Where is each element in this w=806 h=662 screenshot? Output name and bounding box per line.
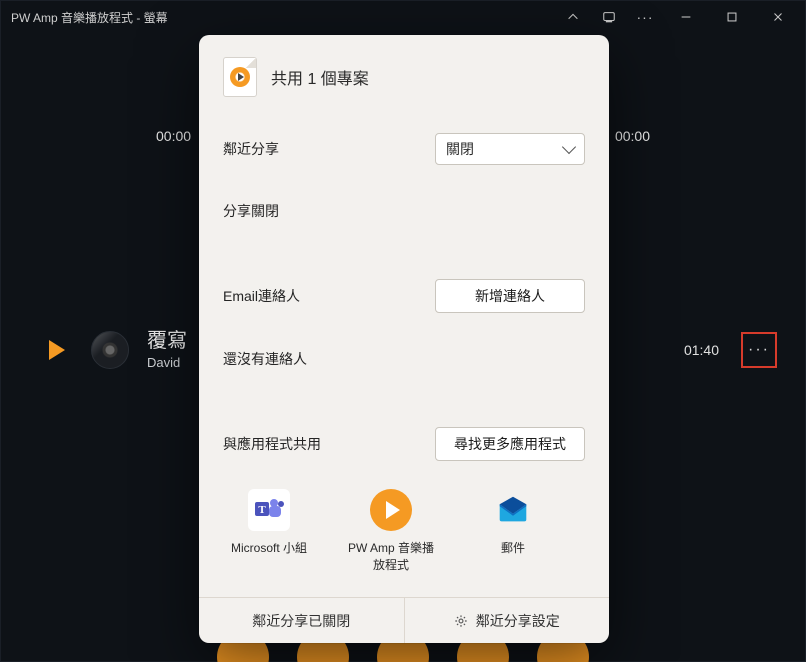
play-glyph-icon (230, 67, 250, 87)
track-artist: David (147, 355, 187, 370)
document-icon (223, 57, 257, 97)
maximize-button[interactable] (709, 1, 755, 33)
time-total: 00:00 (615, 128, 650, 144)
footer-settings-button[interactable]: 鄰近分享設定 (404, 598, 610, 643)
titlebar: PW Amp 音樂播放程式 - 螢幕 ··· (1, 1, 805, 33)
play-indicator-icon[interactable] (49, 340, 65, 360)
minimize-button[interactable] (663, 1, 709, 33)
nearby-share-status: 分享關閉 (223, 175, 585, 261)
find-apps-button[interactable]: 尋找更多應用程式 (435, 427, 585, 461)
email-contacts-empty: 還沒有連絡人 (223, 323, 585, 409)
select-value: 關閉 (446, 139, 474, 159)
footer-status[interactable]: 鄰近分享已關閉 (199, 598, 404, 643)
nearby-share-select[interactable]: 關閉 (435, 133, 585, 165)
disc-icon (91, 331, 129, 369)
add-contact-button[interactable]: 新增連絡人 (435, 279, 585, 313)
time-elapsed: 00:00 (156, 128, 191, 144)
more-icon[interactable]: ··· (627, 1, 663, 33)
chevron-down-icon (562, 140, 576, 154)
app-item-teams[interactable]: T Microsoft 小組 (223, 489, 315, 573)
gear-icon (454, 614, 468, 628)
nearby-share-label: 鄰近分享 (223, 139, 279, 159)
app-item-mail[interactable]: 郵件 (467, 489, 559, 573)
app-label: PW Amp 音樂播放程式 (345, 539, 437, 573)
mail-icon (492, 489, 534, 531)
share-dialog-title: 共用 1 個專案 (271, 65, 369, 89)
share-dialog: 共用 1 個專案 鄰近分享 關閉 分享關閉 Email連絡人 新增連絡人 還沒有… (199, 35, 609, 643)
window-title: PW Amp 音樂播放程式 - 螢幕 (11, 9, 555, 26)
email-contacts-label: Email連絡人 (223, 286, 300, 306)
teams-icon: T (248, 489, 290, 531)
app-item-pwamp[interactable]: PW Amp 音樂播放程式 (345, 489, 437, 573)
cast-icon[interactable] (591, 1, 627, 33)
track-duration: 01:40 (684, 342, 719, 358)
pwamp-icon (370, 489, 412, 531)
close-button[interactable] (755, 1, 801, 33)
app-label: Microsoft 小組 (223, 539, 315, 556)
track-title: 覆寫 (147, 329, 187, 353)
chevron-up-icon[interactable] (555, 1, 591, 33)
share-apps-label: 與應用程式共用 (223, 434, 321, 454)
app-label: 郵件 (467, 539, 559, 556)
track-more-button[interactable]: ··· (741, 332, 777, 368)
svg-text:T: T (258, 504, 266, 516)
